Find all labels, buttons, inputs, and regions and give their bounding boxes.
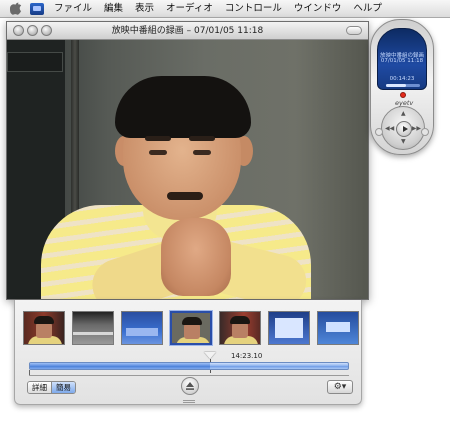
remote-time: 00:14:23 — [389, 76, 415, 82]
timeline-scale — [29, 372, 349, 376]
playhead-marker[interactable] — [204, 352, 216, 359]
view-mode-detail[interactable]: 詳細 — [28, 382, 51, 393]
thumbnail[interactable] — [268, 311, 310, 345]
video-person-mustache — [167, 192, 203, 200]
remote-display: 放映中番組の録画 07/01/05 11:18 00:14:23 — [377, 28, 427, 90]
play-button[interactable] — [396, 121, 412, 137]
remote-control-pad: ▲ ◀◀ ▶▶ ▼ — [381, 106, 425, 150]
menu-window[interactable]: ウインドウ — [294, 0, 342, 18]
thumbnail[interactable] — [219, 311, 261, 345]
timeline-track[interactable] — [29, 362, 349, 370]
video-frame[interactable] — [7, 40, 368, 299]
video-background-sign — [7, 52, 63, 72]
menu-view[interactable]: 表示 — [135, 0, 154, 18]
rewind-icon[interactable]: ◀◀ — [385, 126, 394, 132]
video-person-brow — [189, 136, 215, 141]
action-menu-button[interactable]: ⚙▾ — [327, 380, 353, 394]
volume-down-icon[interactable]: ▼ — [401, 139, 406, 145]
video-person-eye — [149, 150, 167, 155]
fast-forward-icon[interactable]: ▶▶ — [412, 126, 421, 132]
playhead-timecode: 14:23.10 — [231, 352, 263, 360]
remote-right-button[interactable] — [421, 128, 429, 136]
player-window: 放映中番組の録画 – 07/01/05 11:18 — [6, 21, 369, 300]
toolbar-toggle-button[interactable] — [346, 26, 362, 35]
menu-audio[interactable]: オーディオ — [166, 0, 213, 18]
thumb-figure — [182, 317, 202, 339]
thumbnail[interactable] — [121, 311, 163, 345]
eyetv-app-icon[interactable] — [30, 2, 44, 15]
volume-up-icon[interactable]: ▲ — [401, 111, 406, 117]
video-person-brow — [145, 136, 171, 141]
video-person-hair — [115, 76, 251, 138]
window-titlebar[interactable]: 放映中番組の録画 – 07/01/05 11:18 — [7, 22, 368, 40]
thumb-figure — [34, 316, 54, 338]
apple-icon[interactable] — [10, 2, 22, 15]
thumbnail-strip — [23, 310, 359, 347]
timeline-drawer: 14:23.10 詳細 簡易 ⚙▾ — [14, 300, 362, 405]
drawer-resize-grip[interactable] — [183, 400, 195, 403]
video-person-eye — [193, 150, 211, 155]
thumbnail[interactable] — [23, 311, 65, 345]
remote-progress-fill — [386, 84, 407, 87]
eject-icon — [186, 382, 194, 390]
remote-progress-bar — [386, 84, 420, 87]
gear-icon: ⚙▾ — [333, 382, 347, 392]
record-button[interactable] — [400, 92, 406, 98]
thumbnail-selected[interactable] — [169, 310, 213, 346]
view-mode-segmented-control: 詳細 簡易 — [27, 381, 76, 394]
window-title: 放映中番組の録画 – 07/01/05 11:18 — [111, 26, 264, 36]
menu-edit[interactable]: 編集 — [104, 0, 123, 18]
remote-program-date: 07/01/05 11:18 — [380, 58, 424, 64]
thumbnail[interactable] — [72, 311, 114, 345]
video-person-hands — [161, 218, 231, 296]
menu-bar: ファイル 編集 表示 オーディオ コントロール ウインドウ ヘルプ — [0, 0, 450, 18]
view-mode-simple[interactable]: 簡易 — [51, 382, 75, 393]
thumbnail[interactable] — [317, 311, 359, 345]
eyetv-remote: 放映中番組の録画 07/01/05 11:18 00:14:23 eyetv ▲… — [370, 19, 434, 155]
menu-help[interactable]: ヘルプ — [353, 0, 382, 18]
thumb-figure — [230, 316, 250, 338]
menu-controls[interactable]: コントロール — [225, 0, 282, 18]
remote-left-button[interactable] — [375, 128, 383, 136]
menu-file[interactable]: ファイル — [54, 0, 92, 18]
eject-button[interactable] — [181, 377, 199, 395]
timeline-played-fill — [30, 363, 210, 369]
